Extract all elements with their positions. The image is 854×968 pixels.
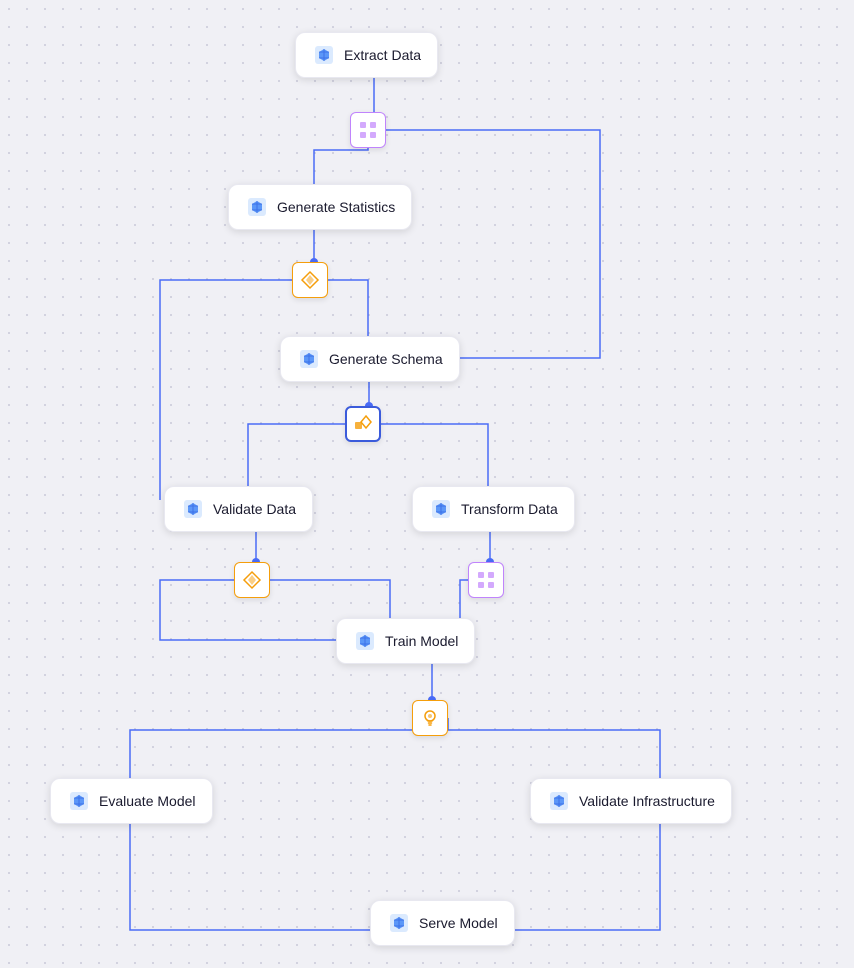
node-transform-data[interactable]: Transform Data — [412, 486, 575, 532]
parallel-icon-2 — [476, 570, 496, 590]
connector-parallel-1[interactable] — [350, 112, 386, 148]
node-evaluate-model[interactable]: Evaluate Model — [50, 778, 213, 824]
connector-condition-2[interactable] — [234, 562, 270, 598]
cube-icon-generate-schema — [297, 347, 321, 371]
condition-icon-1 — [300, 270, 320, 290]
connector-condition-blue-1[interactable] — [345, 406, 381, 442]
condition-blue-icon — [353, 414, 373, 434]
node-validate-infrastructure[interactable]: Validate Infrastructure — [530, 778, 732, 824]
node-generate-statistics-label: Generate Statistics — [277, 199, 395, 215]
node-generate-statistics[interactable]: Generate Statistics — [228, 184, 412, 230]
node-extract-data[interactable]: Extract Data — [295, 32, 438, 78]
cube-icon-generate-statistics — [245, 195, 269, 219]
node-generate-schema[interactable]: Generate Schema — [280, 336, 460, 382]
node-serve-model[interactable]: Serve Model — [370, 900, 515, 946]
cube-icon-transform-data — [429, 497, 453, 521]
node-train-model-label: Train Model — [385, 633, 458, 649]
connector-lightbulb-1[interactable] — [412, 700, 448, 736]
node-serve-model-label: Serve Model — [419, 915, 498, 931]
node-validate-data[interactable]: Validate Data — [164, 486, 313, 532]
lightbulb-icon — [420, 708, 440, 728]
cube-icon-serve-model — [387, 911, 411, 935]
connector-condition-1[interactable] — [292, 262, 328, 298]
node-evaluate-model-label: Evaluate Model — [99, 793, 196, 809]
cube-icon-validate-infrastructure — [547, 789, 571, 813]
node-validate-data-label: Validate Data — [213, 501, 296, 517]
cube-icon-evaluate-model — [67, 789, 91, 813]
connector-parallel-2[interactable] — [468, 562, 504, 598]
condition-icon-2 — [242, 570, 262, 590]
parallel-icon — [358, 120, 378, 140]
cube-icon-validate-data — [181, 497, 205, 521]
node-train-model[interactable]: Train Model — [336, 618, 475, 664]
cube-icon-extract-data — [312, 43, 336, 67]
cube-icon-train-model — [353, 629, 377, 653]
node-validate-infrastructure-label: Validate Infrastructure — [579, 793, 715, 809]
node-extract-data-label: Extract Data — [344, 47, 421, 63]
workflow-canvas: Extract Data Generate Statistics — [0, 0, 854, 968]
node-generate-schema-label: Generate Schema — [329, 351, 443, 367]
node-transform-data-label: Transform Data — [461, 501, 558, 517]
